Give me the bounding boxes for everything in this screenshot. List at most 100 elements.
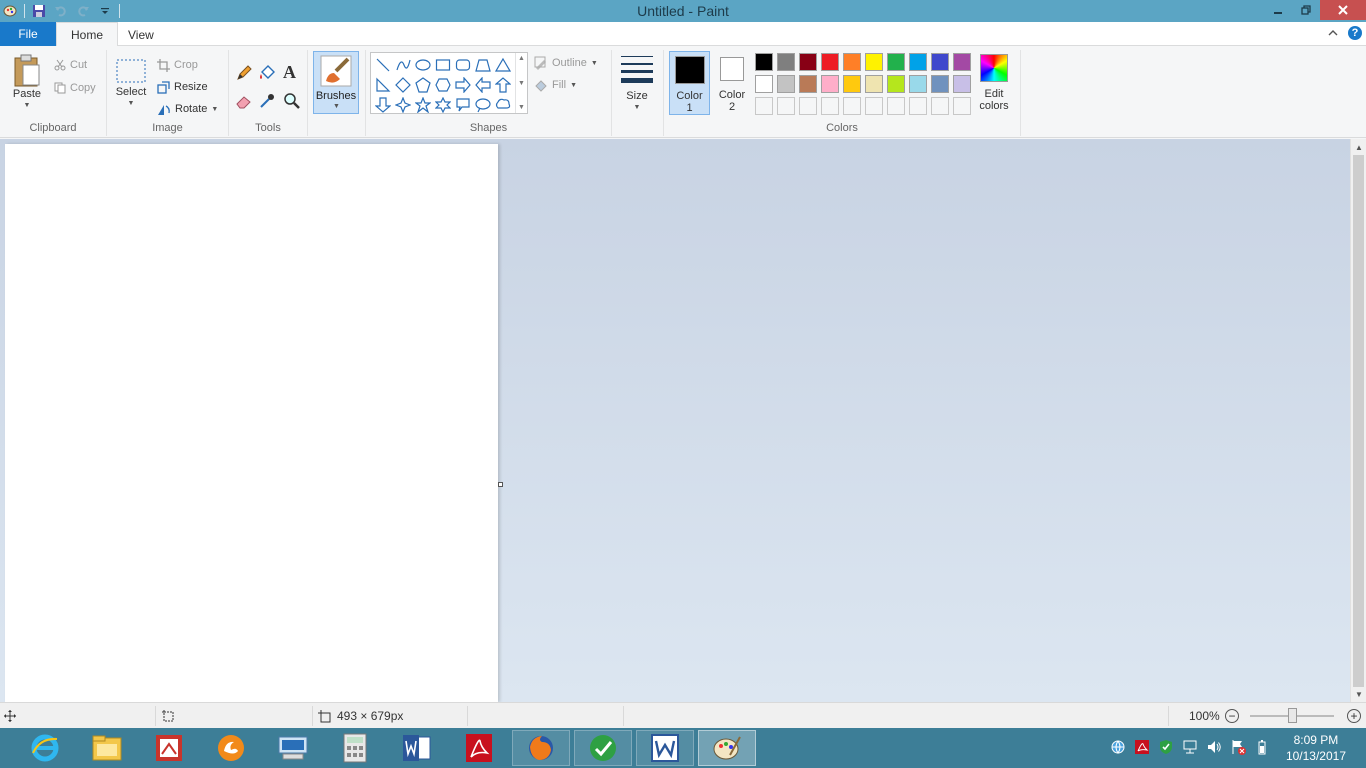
cloud-callout-shape-icon[interactable] [493,95,513,115]
palette-swatch[interactable] [799,53,817,71]
palette-swatch[interactable] [843,53,861,71]
hexagon-shape-icon[interactable] [433,75,453,95]
security-shield-icon[interactable] [1158,739,1174,758]
volume-icon[interactable] [1206,739,1222,758]
palette-swatch[interactable] [755,53,773,71]
rounded-rectangle-shape-icon[interactable] [453,55,473,75]
line-shape-icon[interactable] [373,55,393,75]
color1-button[interactable]: Color 1 [669,51,710,115]
palette-swatch[interactable] [777,97,795,115]
tab-file[interactable]: File [0,22,56,46]
palette-swatch[interactable] [909,75,927,93]
cut-button[interactable]: Cut [54,56,87,74]
palette-swatch[interactable] [777,53,795,71]
color-picker-icon[interactable] [258,92,276,113]
five-point-star-shape-icon[interactable] [413,95,433,115]
up-arrow-shape-icon[interactable] [493,75,513,95]
diamond-shape-icon[interactable] [393,75,413,95]
paint-taskbar-icon[interactable] [698,730,756,766]
four-point-star-shape-icon[interactable] [393,95,413,115]
help-icon[interactable]: ? [1348,26,1362,40]
calculator-icon[interactable] [326,730,384,766]
zoom-in-button[interactable]: + [1347,709,1361,723]
flag-error-icon[interactable] [1230,739,1246,758]
acrobat-tray-icon[interactable] [1134,739,1150,758]
paste-button[interactable]: Paste ▼ [8,54,46,112]
palette-swatch[interactable] [909,97,927,115]
triangle-shape-icon[interactable] [493,55,513,75]
vertical-scrollbar[interactable]: ▲ ▼ [1350,139,1366,702]
oval-shape-icon[interactable] [413,55,433,75]
network-icon[interactable] [1182,739,1198,758]
palette-swatch[interactable] [887,97,905,115]
palette-swatch[interactable] [931,97,949,115]
palette-swatch[interactable] [755,75,773,93]
shapes-scroll-down-icon[interactable]: ▼ [518,80,525,87]
left-arrow-shape-icon[interactable] [473,75,493,95]
fill-bucket-icon[interactable] [258,64,276,85]
uc-browser-icon[interactable] [202,730,260,766]
close-button[interactable] [1320,0,1366,20]
palette-swatch[interactable] [953,97,971,115]
oval-callout-shape-icon[interactable] [473,95,493,115]
restore-button[interactable] [1292,0,1320,20]
firefox-icon[interactable] [512,730,570,766]
palette-swatch[interactable] [799,75,817,93]
palette-swatch[interactable] [865,97,883,115]
eraser-icon[interactable] [235,92,253,113]
select-button[interactable]: Select ▼ [113,56,149,110]
adobe-reader-icon[interactable] [450,730,508,766]
color2-button[interactable]: Color 2 [713,51,751,115]
palette-swatch[interactable] [887,75,905,93]
scrollbar-thumb[interactable] [1353,155,1364,687]
down-arrow-shape-icon[interactable] [373,95,393,115]
fill-button[interactable]: Fill ▼ [534,76,577,94]
palette-swatch[interactable] [821,75,839,93]
palette-swatch[interactable] [755,97,773,115]
pentagon-shape-icon[interactable] [413,75,433,95]
right-triangle-shape-icon[interactable] [373,75,393,95]
shapes-expand-icon[interactable]: ▼ [518,104,525,111]
minimize-ribbon-icon[interactable] [1328,26,1338,40]
copy-button[interactable]: Copy [54,79,96,97]
word-running-icon[interactable] [636,730,694,766]
curve-shape-icon[interactable] [393,55,413,75]
crop-button[interactable]: Crop [157,56,198,74]
edit-colors-button[interactable]: Edit colors [975,54,1013,112]
palette-swatch[interactable] [821,53,839,71]
rounded-callout-shape-icon[interactable] [453,95,473,115]
rotate-button[interactable]: Rotate ▼ [157,100,218,118]
rectangle-shape-icon[interactable] [433,55,453,75]
polygon-shape-icon[interactable] [473,55,493,75]
brushes-button[interactable]: Brushes ▼ [313,51,359,114]
size-button[interactable]: Size ▼ [618,54,656,114]
palette-swatch[interactable] [799,97,817,115]
pencil-icon[interactable] [235,64,253,85]
palette-swatch[interactable] [865,53,883,71]
palette-swatch[interactable] [843,75,861,93]
palette-swatch[interactable] [931,53,949,71]
zoom-out-button[interactable]: − [1225,709,1239,723]
internet-explorer-icon[interactable] [16,730,74,766]
palette-swatch[interactable] [953,53,971,71]
canvas-resize-handle[interactable] [498,482,503,487]
shapes-scroll-up-icon[interactable]: ▲ [518,55,525,62]
network-globe-icon[interactable] [1110,739,1126,758]
on-screen-keyboard-icon[interactable] [264,730,322,766]
text-tool-icon[interactable]: A [283,62,296,83]
tab-view[interactable]: View [114,22,168,47]
palette-swatch[interactable] [843,97,861,115]
palette-swatch[interactable] [865,75,883,93]
six-point-star-shape-icon[interactable] [433,95,453,115]
scroll-up-icon[interactable]: ▲ [1351,140,1366,154]
palette-swatch[interactable] [931,75,949,93]
minimize-button[interactable] [1264,0,1292,20]
magnifier-icon[interactable] [283,92,301,113]
right-arrow-shape-icon[interactable] [453,75,473,95]
drawing-canvas[interactable] [5,144,498,702]
system-clock[interactable]: 8:09 PM 10/13/2017 [1286,732,1346,764]
word-icon[interactable] [388,730,446,766]
palette-swatch[interactable] [777,75,795,93]
outline-button[interactable]: Outline ▼ [534,54,598,72]
scroll-down-icon[interactable]: ▼ [1351,687,1366,701]
